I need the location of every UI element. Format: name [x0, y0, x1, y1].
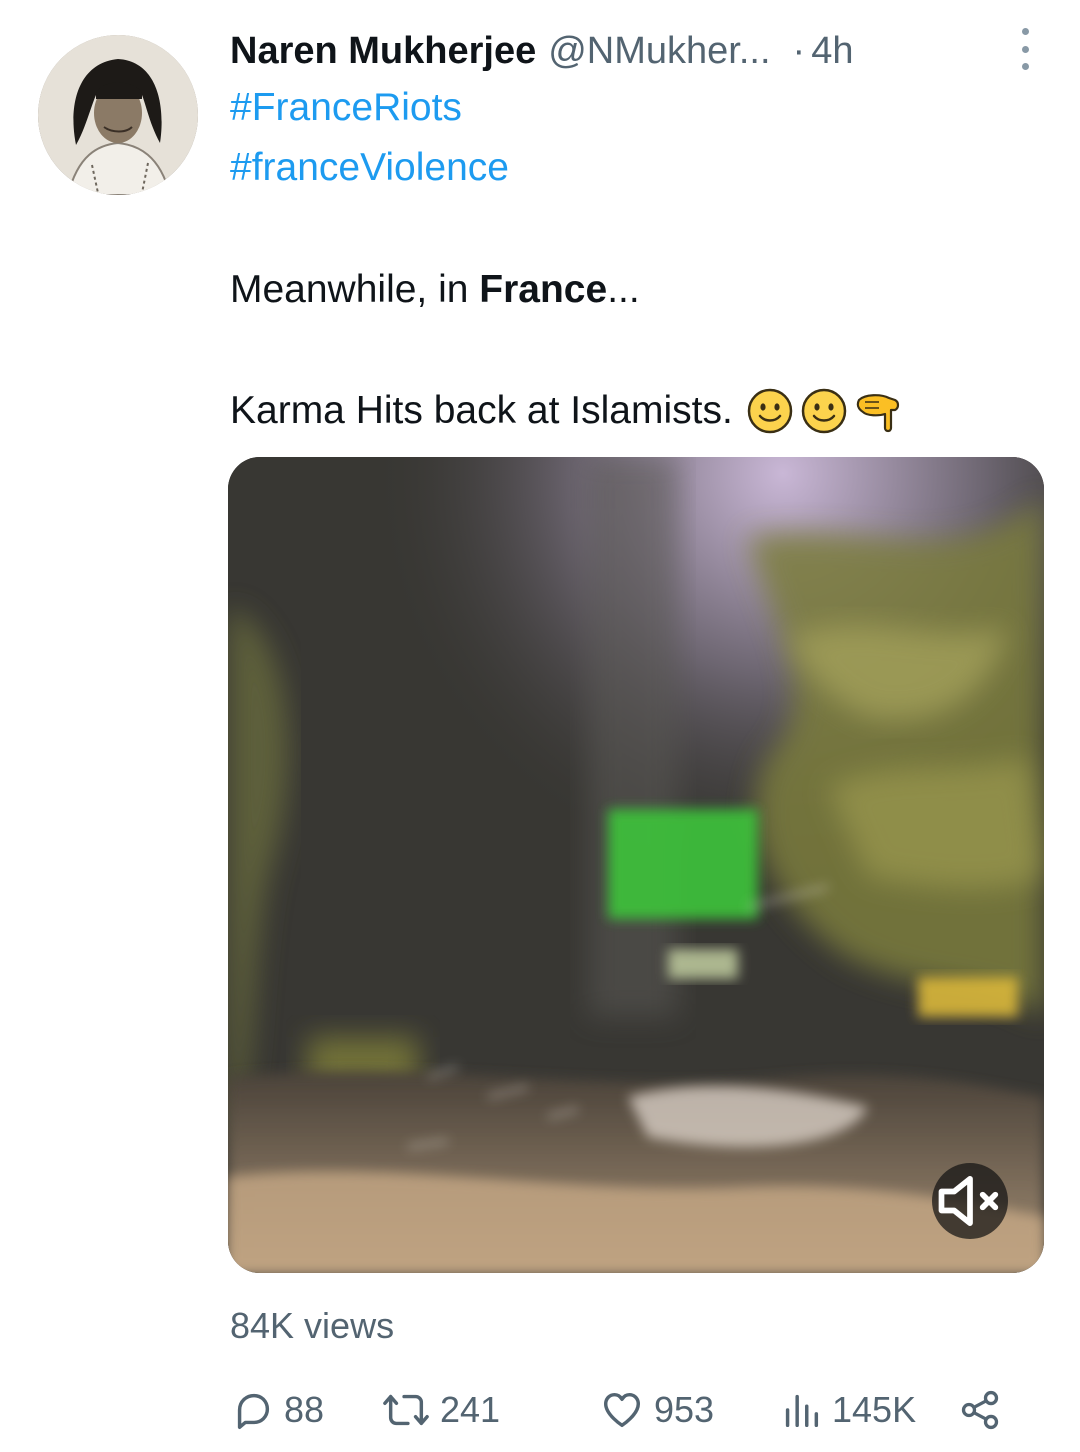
video-frame — [228, 457, 1044, 1273]
bar-chart-icon — [785, 1394, 819, 1428]
mute-button[interactable] — [932, 1163, 1008, 1239]
analytics-count: 145K — [832, 1389, 917, 1430]
retweet-count: 241 — [440, 1389, 501, 1430]
slightly-smiling-face-icon — [801, 388, 847, 434]
text-content: Karma Hits back at Islamists. — [230, 389, 733, 432]
text-bold: France — [479, 268, 608, 311]
heart-icon — [603, 1392, 641, 1428]
speaker-muted-icon — [938, 1175, 999, 1227]
reply-button[interactable]: 88 — [230, 1380, 324, 1440]
share-button[interactable] — [958, 1380, 1002, 1440]
action-bar: 88 241 953 145K — [230, 1380, 1040, 1440]
tweet-text-line: Meanwhile, in France... — [230, 268, 640, 312]
backhand-index-pointing-down-icon — [856, 394, 899, 433]
separator-dot: · — [792, 29, 806, 72]
avatar[interactable] — [38, 35, 198, 195]
reply-icon — [237, 1393, 270, 1429]
hashtag-link[interactable]: #FranceRiots — [230, 86, 462, 130]
view-count: 84K views — [230, 1305, 395, 1346]
tweet-text-line: Karma Hits back at Islamists. — [230, 388, 901, 434]
hashtag-link[interactable]: #franceViolence — [230, 146, 509, 190]
like-button[interactable]: 953 — [598, 1380, 714, 1440]
slightly-smiling-face-icon — [747, 388, 793, 434]
retweet-button[interactable]: 241 — [380, 1380, 500, 1440]
tweet-header: Naren Mukherjee @NMukher... · 4h — [230, 24, 1040, 78]
share-icon — [961, 1390, 999, 1430]
video-player[interactable] — [228, 457, 1044, 1273]
display-name[interactable]: Naren Mukherjee — [230, 30, 536, 73]
like-count: 953 — [654, 1389, 715, 1430]
text-prefix: Meanwhile, in — [230, 268, 480, 311]
handle[interactable]: @NMukher... — [548, 30, 770, 73]
more-vertical-icon[interactable] — [1010, 28, 1040, 70]
analytics-button[interactable]: 145K — [778, 1380, 916, 1440]
tweet[interactable]: Naren Mukherjee @NMukher... · 4h #France… — [0, 0, 1080, 1452]
avatar-image — [38, 35, 198, 195]
timestamp[interactable]: 4h — [811, 30, 853, 73]
reply-count: 88 — [284, 1389, 325, 1430]
retweet-icon — [383, 1394, 429, 1426]
text-suffix: ... — [607, 268, 640, 311]
